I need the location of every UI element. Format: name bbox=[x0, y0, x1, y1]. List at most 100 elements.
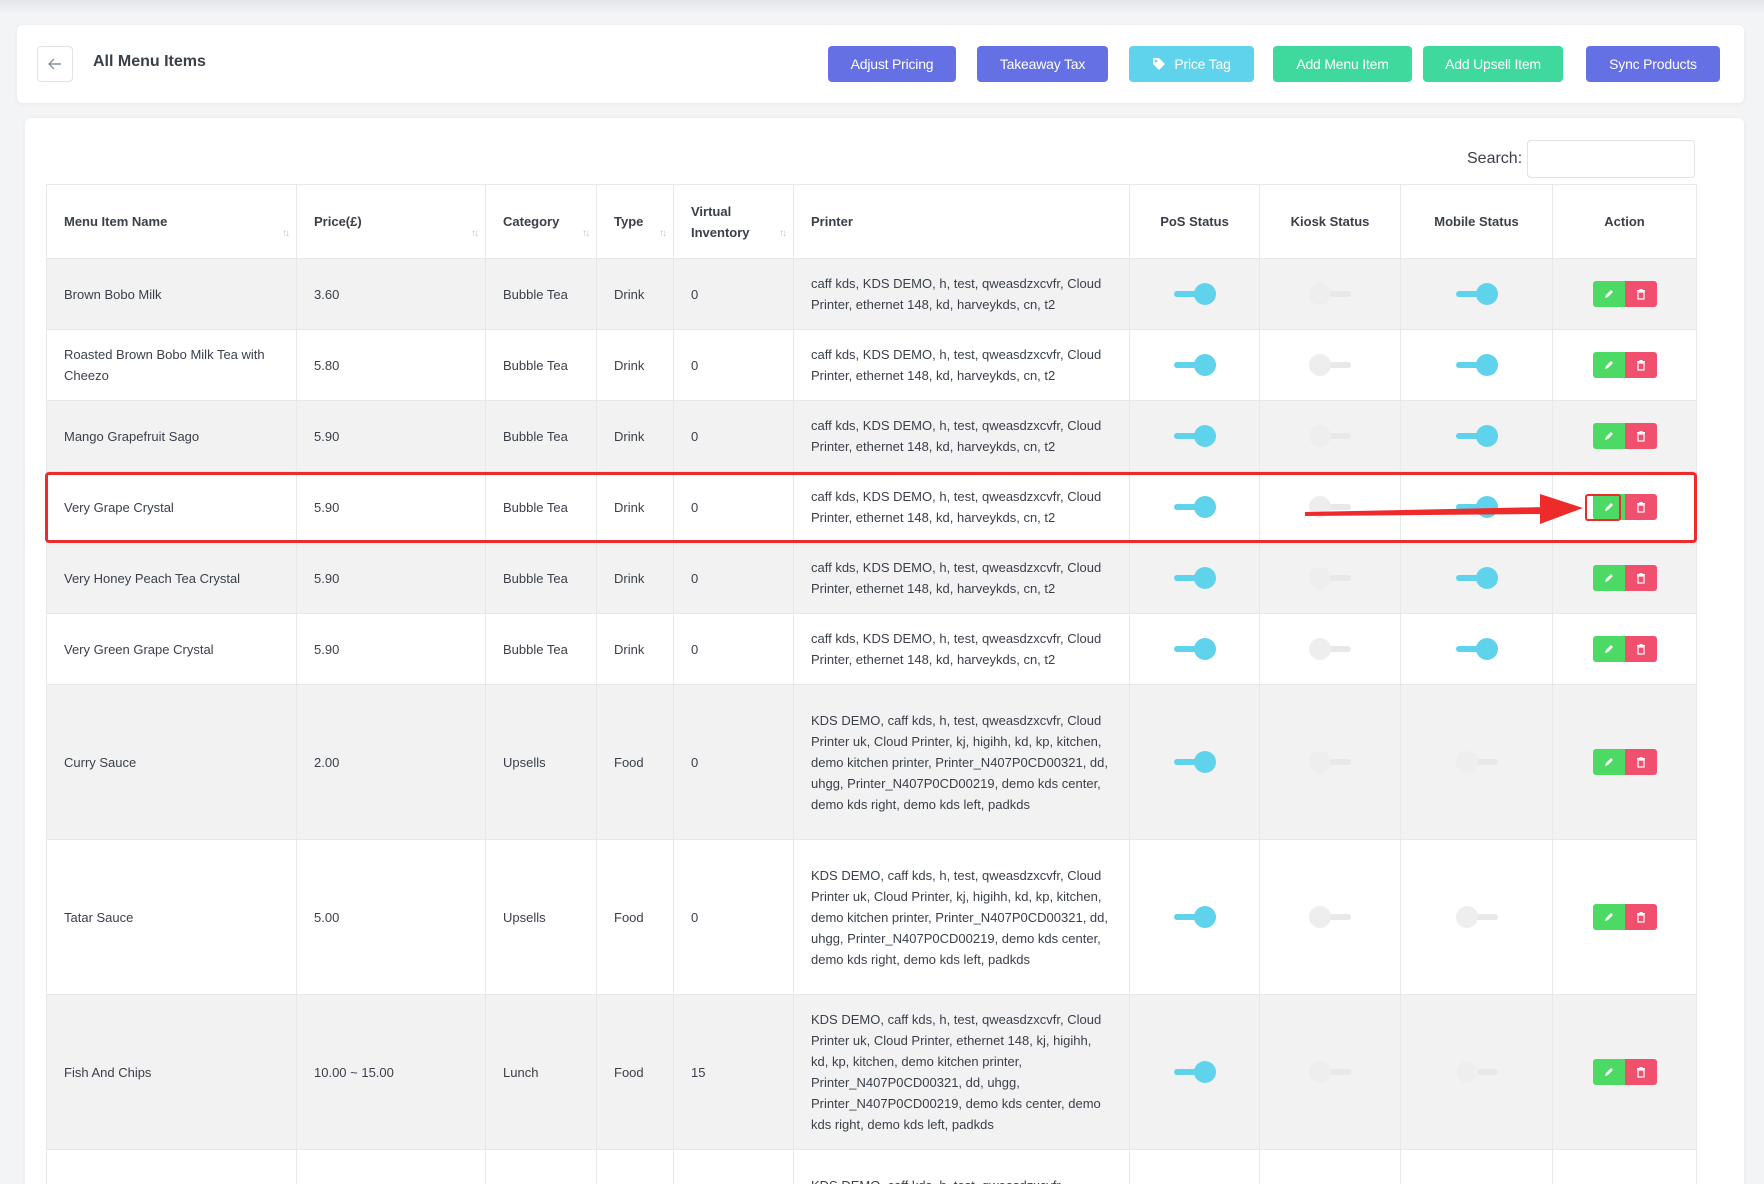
back-button[interactable] bbox=[37, 46, 73, 82]
mobile-status-toggle[interactable] bbox=[1455, 1061, 1498, 1084]
edit-button[interactable] bbox=[1592, 494, 1625, 520]
cell-inventory: 0 bbox=[673, 400, 794, 472]
col-header-inventory[interactable]: Virtual Inventory ↑↓ bbox=[673, 184, 794, 259]
cell-action bbox=[1552, 684, 1697, 840]
cell-inventory: 15 bbox=[673, 994, 794, 1150]
kiosk-status-toggle[interactable] bbox=[1309, 638, 1351, 661]
delete-button[interactable] bbox=[1624, 494, 1657, 520]
kiosk-status-toggle[interactable] bbox=[1309, 567, 1351, 590]
edit-button[interactable] bbox=[1592, 904, 1625, 930]
col-header-type[interactable]: Type ↑↓ bbox=[596, 184, 674, 259]
edit-button[interactable] bbox=[1592, 352, 1625, 378]
kiosk-status-toggle[interactable] bbox=[1309, 1061, 1351, 1084]
delete-button[interactable] bbox=[1624, 904, 1657, 930]
edit-button[interactable] bbox=[1592, 281, 1625, 307]
toggle-knob bbox=[1455, 906, 1478, 929]
cell-mobile-status bbox=[1400, 839, 1553, 995]
edit-button[interactable] bbox=[1592, 1059, 1625, 1085]
pos-status-toggle[interactable] bbox=[1173, 638, 1216, 661]
kiosk-status-toggle[interactable] bbox=[1309, 283, 1351, 306]
delete-button[interactable] bbox=[1624, 352, 1657, 378]
edit-button[interactable] bbox=[1592, 749, 1625, 775]
mobile-status-toggle[interactable] bbox=[1455, 906, 1498, 929]
add-menu-item-button[interactable]: Add Menu Item bbox=[1273, 46, 1412, 82]
cell-pos-status bbox=[1129, 1149, 1260, 1184]
delete-button[interactable] bbox=[1624, 423, 1657, 449]
add-upsell-item-button[interactable]: Add Upsell Item bbox=[1423, 46, 1563, 82]
edit-button[interactable] bbox=[1592, 636, 1625, 662]
action-buttons bbox=[1592, 636, 1657, 662]
table-row: Mango Grapefruit Sago 5.90 Bubble Tea Drink… bbox=[46, 400, 1697, 472]
cell-price: 5.90 bbox=[296, 542, 486, 614]
cell-kiosk-status bbox=[1259, 684, 1401, 840]
action-buttons bbox=[1592, 352, 1657, 378]
cell-price: 5.00 bbox=[296, 839, 486, 995]
cell-price: 10.00 ~ 15.00 bbox=[296, 994, 486, 1150]
kiosk-status-toggle[interactable] bbox=[1309, 906, 1351, 929]
col-header-price[interactable]: Price(£) ↑↓ bbox=[296, 184, 486, 259]
table-row: Roasted Brown Bobo Milk Tea with Cheezo 5… bbox=[46, 329, 1697, 401]
cell-action bbox=[1552, 613, 1697, 685]
col-header-printer: Printer bbox=[793, 184, 1130, 259]
action-buttons bbox=[1592, 565, 1657, 591]
delete-button[interactable] bbox=[1624, 1059, 1657, 1085]
delete-button[interactable] bbox=[1624, 565, 1657, 591]
sync-products-button[interactable]: Sync Products bbox=[1586, 46, 1720, 82]
pos-status-toggle[interactable] bbox=[1173, 496, 1216, 519]
cell-inventory: 0 bbox=[673, 258, 794, 330]
cell-item-name: Very Honey Peach Tea Crystal bbox=[46, 542, 297, 614]
cell-type: Food bbox=[596, 684, 674, 840]
toggle-knob bbox=[1475, 283, 1498, 306]
cell-inventory bbox=[673, 1149, 794, 1184]
edit-button[interactable] bbox=[1592, 423, 1625, 449]
pos-status-toggle[interactable] bbox=[1173, 354, 1216, 377]
takeaway-tax-button[interactable]: Takeaway Tax bbox=[977, 46, 1108, 82]
delete-button[interactable] bbox=[1624, 749, 1657, 775]
toggle-knob bbox=[1309, 354, 1331, 377]
mobile-status-toggle[interactable] bbox=[1455, 496, 1498, 519]
adjust-pricing-button[interactable]: Adjust Pricing bbox=[828, 46, 956, 82]
search-input[interactable] bbox=[1527, 140, 1695, 178]
toggle-knob bbox=[1475, 354, 1498, 377]
cell-type: Food bbox=[596, 994, 674, 1150]
cell-type: Drink bbox=[596, 400, 674, 472]
col-header-category[interactable]: Category ↑↓ bbox=[485, 184, 597, 259]
pencil-icon bbox=[1604, 1068, 1613, 1076]
cell-pos-status bbox=[1129, 839, 1260, 995]
mobile-status-toggle[interactable] bbox=[1455, 425, 1498, 448]
cell-action bbox=[1552, 400, 1697, 472]
cell-type: Drink bbox=[596, 329, 674, 401]
toggle-knob bbox=[1193, 496, 1216, 519]
table-row: Very Grape Crystal 5.90 Bubble Tea Drink 0 ca… bbox=[46, 471, 1697, 543]
cell-type: Drink bbox=[596, 613, 674, 685]
cell-printer: caff kds, KDS DEMO, h, test, qweasdzxcvf… bbox=[793, 542, 1130, 614]
cell-printer: caff kds, KDS DEMO, h, test, qweasdzxcvf… bbox=[793, 400, 1130, 472]
kiosk-status-toggle[interactable] bbox=[1309, 425, 1351, 448]
kiosk-status-toggle[interactable] bbox=[1309, 751, 1351, 774]
cell-category: Bubble Tea bbox=[485, 400, 597, 472]
cell-action bbox=[1552, 1149, 1697, 1184]
mobile-status-toggle[interactable] bbox=[1455, 638, 1498, 661]
mobile-status-toggle[interactable] bbox=[1455, 354, 1498, 377]
kiosk-status-toggle[interactable] bbox=[1309, 496, 1351, 519]
cell-pos-status bbox=[1129, 684, 1260, 840]
mobile-status-toggle[interactable] bbox=[1455, 567, 1498, 590]
pos-status-toggle[interactable] bbox=[1173, 1061, 1216, 1084]
mobile-status-toggle[interactable] bbox=[1455, 751, 1498, 774]
mobile-status-toggle[interactable] bbox=[1455, 283, 1498, 306]
toggle-knob bbox=[1309, 751, 1331, 774]
col-header-name[interactable]: Menu Item Name ↑↓ bbox=[46, 184, 297, 259]
toggle-knob bbox=[1193, 283, 1216, 306]
pos-status-toggle[interactable] bbox=[1173, 906, 1216, 929]
price-tag-button[interactable]: Price Tag bbox=[1129, 46, 1254, 82]
edit-button[interactable] bbox=[1592, 565, 1625, 591]
pos-status-toggle[interactable] bbox=[1173, 751, 1216, 774]
delete-button[interactable] bbox=[1624, 636, 1657, 662]
pos-status-toggle[interactable] bbox=[1173, 283, 1216, 306]
kiosk-status-toggle[interactable] bbox=[1309, 354, 1351, 377]
pos-status-toggle[interactable] bbox=[1173, 425, 1216, 448]
cell-item-name: Very Green Grape Crystal bbox=[46, 613, 297, 685]
delete-button[interactable] bbox=[1624, 281, 1657, 307]
pos-status-toggle[interactable] bbox=[1173, 567, 1216, 590]
cell-item-name bbox=[46, 1149, 297, 1184]
